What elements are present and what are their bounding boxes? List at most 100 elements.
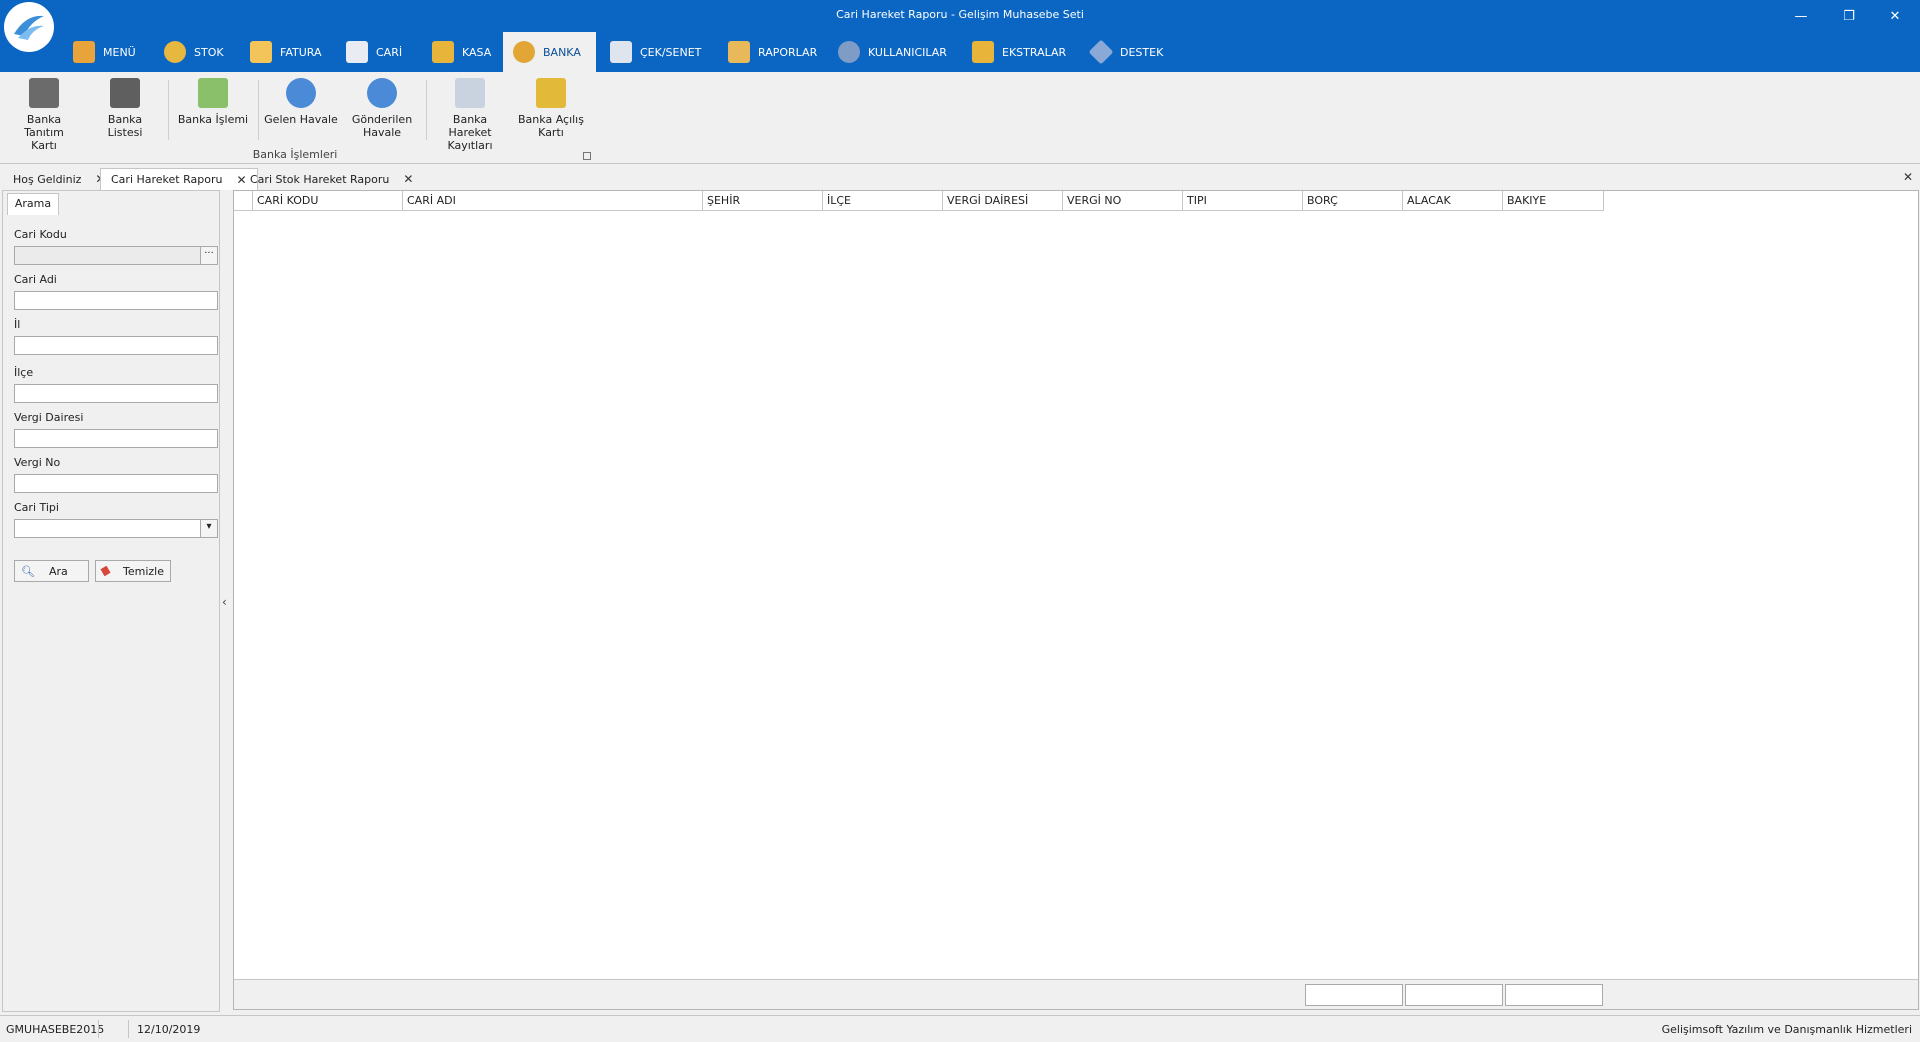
tab-label: STOK — [194, 45, 224, 59]
ribbon: Banka Tanıtım Kartı Banka Listesi Banka İ… — [0, 72, 1920, 164]
doc-tab-label: Cari Stok Hareket Raporu — [250, 172, 390, 186]
column-header[interactable]: BORÇ — [1303, 191, 1403, 211]
collapse-panel-icon[interactable]: ‹ — [222, 595, 227, 609]
browse-button[interactable]: ··· — [200, 247, 217, 264]
search-button[interactable]: 🔍︎ Ara — [14, 560, 89, 582]
tab-cari[interactable]: CARİ — [336, 32, 412, 72]
tab-stok[interactable]: STOK — [154, 32, 234, 72]
button-label: Banka Listesi — [107, 113, 143, 139]
tab-label: EKSTRALAR — [1002, 45, 1067, 59]
tab-label: FATURA — [280, 45, 322, 59]
cari-tipi-select[interactable]: ▾ — [14, 519, 218, 538]
button-label: Banka Hareket — [448, 113, 492, 139]
outgoing-transfer-icon — [367, 78, 397, 108]
bank-card-button[interactable]: Banka Tanıtım Kartı — [8, 78, 80, 152]
tab-ekstralar[interactable]: EKSTRALAR — [962, 32, 1076, 72]
jar-icon — [972, 41, 994, 63]
database-name: GMUHASEBE2015 — [6, 1023, 105, 1036]
bank-list-button[interactable]: Banka Listesi — [90, 78, 160, 139]
button-label: Gönderilen — [351, 113, 413, 126]
close-all-icon[interactable]: ✕ — [1903, 170, 1913, 184]
ilce-input[interactable] — [14, 384, 218, 403]
doc-tab-label: Cari Hareket Raporu — [111, 173, 223, 186]
bank-transaction-button[interactable]: Banka İşlemi — [176, 78, 250, 126]
button-label: Temizle — [123, 564, 164, 578]
bank-records-button[interactable]: Banka Hareket Kayıtları — [432, 78, 508, 152]
tab-cek-senet[interactable]: ÇEK/SENET — [600, 32, 711, 72]
close-icon[interactable]: ✕ — [403, 172, 413, 186]
button-label: Kartı — [538, 126, 564, 139]
cari-adi-label: Cari Adi — [14, 273, 57, 286]
status-bar: GMUHASEBE2015 12/10/2019 Gelişimsoft Yaz… — [0, 1015, 1920, 1042]
dialog-launcher-icon[interactable] — [583, 152, 591, 160]
clear-button[interactable]: Temizle — [95, 560, 171, 582]
column-header[interactable]: CARİ KODU — [253, 191, 403, 211]
doc-tab-cari-hareket[interactable]: Cari Hareket Raporu ✕ — [100, 168, 258, 190]
il-input[interactable] — [14, 336, 218, 355]
bank-opening-icon — [536, 78, 566, 108]
minimize-button[interactable]: — — [1788, 8, 1814, 26]
tag-icon — [1088, 39, 1114, 65]
tab-label: KULLANICILAR — [868, 45, 947, 59]
tab-kasa[interactable]: KASA — [422, 32, 501, 72]
results-grid[interactable]: CARİ KODU CARİ ADI ŞEHİR İLÇE VERGİ DAİR… — [233, 190, 1919, 1010]
doc-tab-label: Hoş Geldiniz — [13, 172, 82, 186]
ribbon-separator — [426, 80, 427, 140]
cari-kodu-label: Cari Kodu — [14, 228, 67, 241]
column-header[interactable]: ŞEHİR — [703, 191, 823, 211]
borc-total-cell — [1305, 984, 1403, 1006]
tab-banka[interactable]: BANKA — [503, 32, 596, 72]
column-header[interactable]: VERGİ NO — [1063, 191, 1183, 211]
bank-card-icon — [29, 78, 59, 108]
grid-footer — [234, 979, 1918, 1009]
column-header[interactable]: ALACAK — [1403, 191, 1503, 211]
button-label: Ara — [48, 564, 68, 578]
status-separator — [128, 1020, 129, 1038]
outgoing-transfer-button[interactable]: Gönderilen Havale — [346, 78, 418, 139]
title-bar: Cari Hareket Raporu - Gelişim Muhasebe S… — [0, 0, 1920, 72]
ribbon-group-label: Banka İşlemleri — [252, 148, 338, 161]
company-name: Gelişimsoft Yazılım ve Danışmanlık Hizme… — [1661, 1023, 1912, 1036]
cari-adi-input[interactable] — [14, 291, 218, 310]
tab-destek[interactable]: DESTEK — [1080, 32, 1173, 72]
tab-menu[interactable]: MENÜ — [63, 32, 146, 72]
chevron-down-icon[interactable]: ▾ — [200, 520, 217, 537]
close-window-button[interactable]: ✕ — [1882, 8, 1908, 26]
tab-fatura[interactable]: FATURA — [240, 32, 331, 72]
doc-tab-cari-stok[interactable]: Cari Stok Hareket Raporu ✕ — [239, 168, 424, 190]
tab-label: KASA — [462, 45, 492, 59]
tab-label: BANKA — [543, 45, 581, 59]
window-title: Cari Hareket Raporu - Gelişim Muhasebe S… — [836, 8, 1084, 21]
alacak-total-cell — [1405, 984, 1503, 1006]
search-icon: 🔍︎ — [21, 564, 35, 578]
column-header[interactable]: VERGİ DAİRESİ — [943, 191, 1063, 211]
vergi-dairesi-input[interactable] — [14, 429, 218, 448]
button-label: Gelen Havale — [264, 113, 338, 126]
incoming-transfer-icon — [286, 78, 316, 108]
invoice-icon — [250, 41, 272, 63]
ilce-label: İlçe — [14, 366, 34, 379]
tab-raporlar[interactable]: RAPORLAR — [718, 32, 827, 72]
home-icon — [73, 41, 95, 63]
money-icon — [198, 78, 228, 108]
tab-kullanicilar[interactable]: KULLANICILAR — [828, 32, 957, 72]
eraser-icon — [100, 565, 111, 577]
button-label: Banka Açılış — [518, 113, 584, 126]
bank-list-icon — [110, 78, 140, 108]
button-label: Banka İşlemi — [177, 113, 249, 126]
column-header[interactable]: TIPI — [1183, 191, 1303, 211]
incoming-transfer-button[interactable]: Gelen Havale — [264, 78, 338, 126]
cashbox-icon — [432, 41, 454, 63]
column-header[interactable]: CARİ ADI — [403, 191, 703, 211]
tab-arama[interactable]: Arama — [7, 193, 59, 215]
tab-label: MENÜ — [103, 45, 136, 59]
users-icon — [838, 41, 860, 63]
status-date: 12/10/2019 — [137, 1023, 201, 1036]
cari-kodu-input[interactable]: ··· — [14, 246, 218, 265]
vergi-no-input[interactable] — [14, 474, 218, 493]
restore-button[interactable]: ❐ — [1836, 8, 1862, 26]
column-header[interactable]: İLÇE — [823, 191, 943, 211]
stack-icon — [164, 41, 186, 63]
column-header[interactable]: BAKIYE — [1503, 191, 1604, 211]
bank-opening-button[interactable]: Banka Açılış Kartı — [514, 78, 588, 139]
